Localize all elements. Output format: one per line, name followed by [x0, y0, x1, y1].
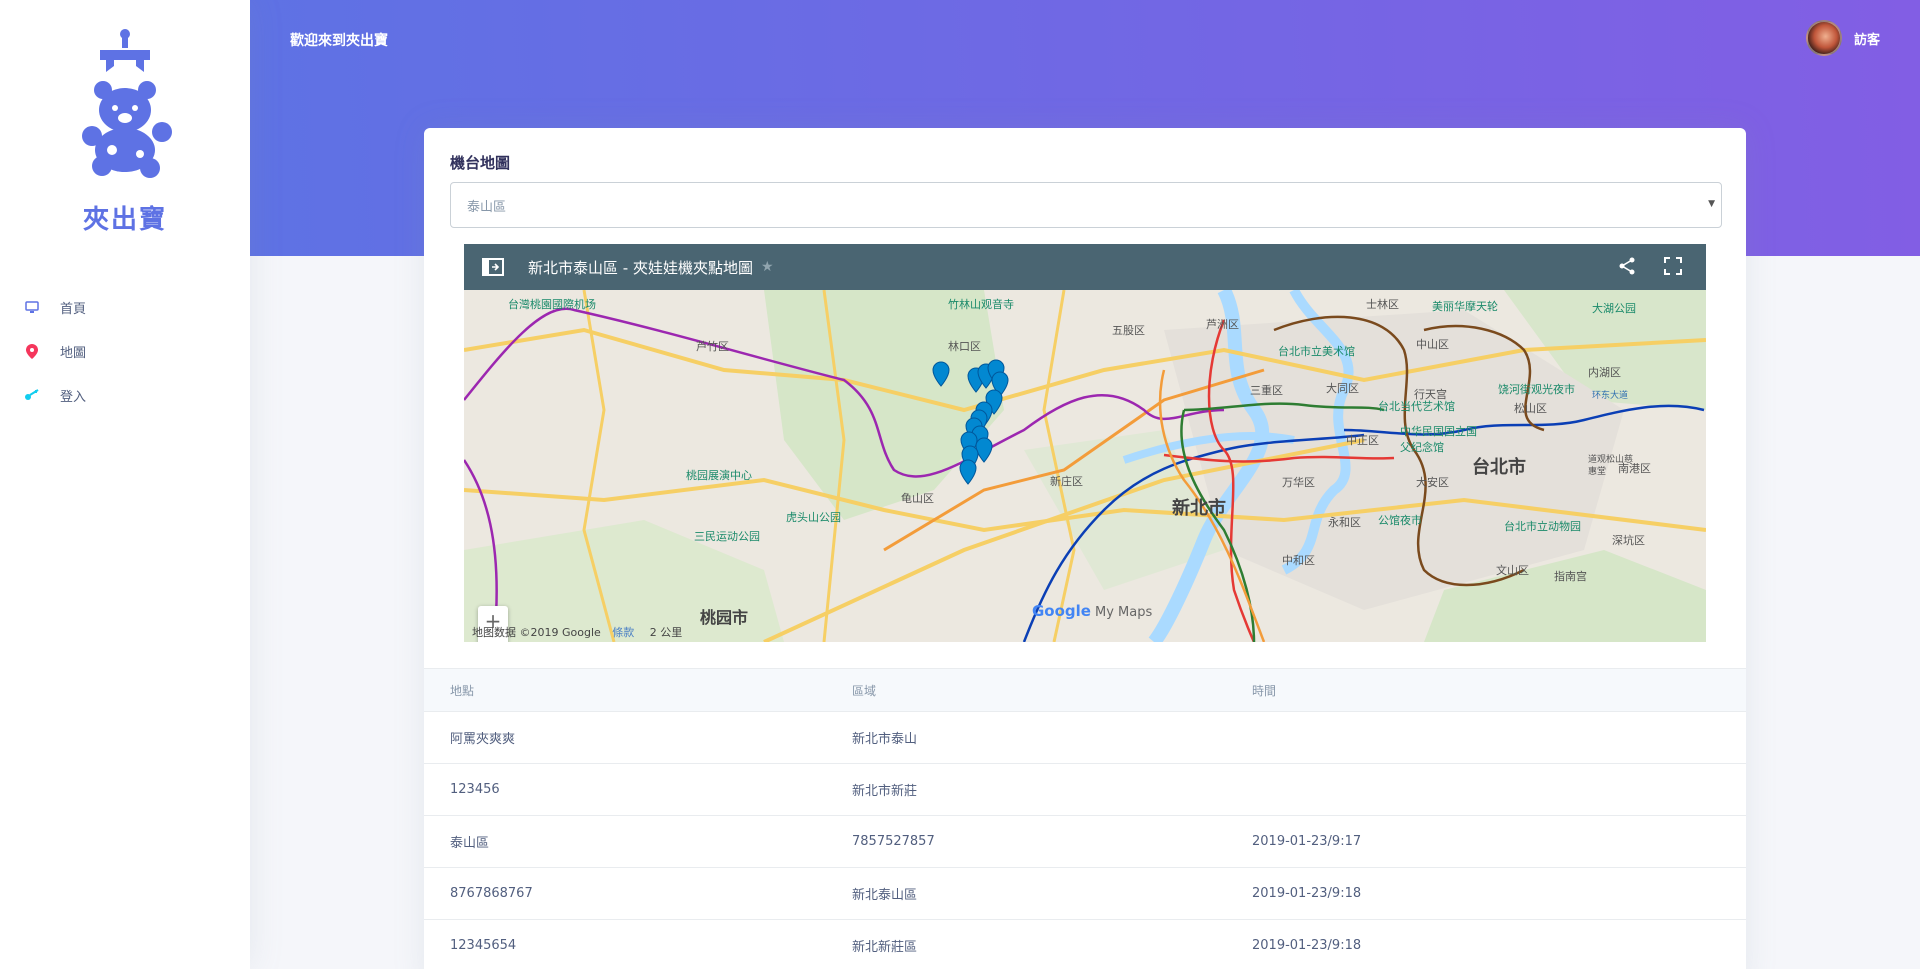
user-menu[interactable]: 訪客	[1805, 20, 1880, 56]
map-toolbar: 新北市泰山區 - 夾娃娃機夾點地圖 ★	[464, 244, 1706, 290]
cell-place: 阿罵夾爽爽	[450, 732, 516, 747]
share-icon[interactable]	[1618, 257, 1636, 279]
map-label: 中山区	[1416, 338, 1449, 351]
embedded-map[interactable]: 新北市泰山區 - 夾娃娃機夾點地圖 ★ 台灣桃園國際机场 竹林山观音寺 五股区 …	[464, 244, 1706, 642]
map-label: 内湖区	[1588, 366, 1621, 379]
column-header-place: 地點	[450, 683, 475, 698]
cell-time: 2019-01-23/9:18	[1252, 938, 1362, 953]
map-label: 大湖公园	[1592, 302, 1636, 315]
map-label: 中华民国国立国父纪念馆	[1400, 425, 1477, 454]
map-label: 美丽华摩天轮	[1432, 300, 1498, 313]
map-label: 龟山区	[901, 492, 934, 505]
map-label: 三民运动公园	[694, 530, 760, 543]
map-canvas[interactable]: 台灣桃園國際机场 竹林山观音寺 五股区 芦洲区 士林区 美丽华摩天轮 大湖公园 …	[464, 286, 1706, 642]
cell-area: 新北泰山區	[852, 888, 918, 903]
column-header-time: 時間	[1252, 683, 1277, 698]
map-label: 指南宫	[1554, 570, 1587, 583]
table-row[interactable]: 泰山區 7857527857 2019-01-23/9:17	[424, 816, 1746, 868]
cell-area: 新北市新莊	[852, 784, 918, 799]
map-label: 芦洲区	[1206, 318, 1239, 331]
map-label: 虎头山公园	[786, 511, 841, 524]
map-label: 台灣桃園國際机场	[508, 298, 596, 311]
map-label: 五股区	[1112, 324, 1145, 337]
sidebar-item-login[interactable]: 登入	[0, 373, 250, 417]
cell-area: 7857527857	[852, 834, 935, 849]
map-label: 万华区	[1282, 476, 1315, 489]
google-logo-text: Google	[1032, 602, 1091, 620]
map-label: 中和区	[1282, 554, 1315, 567]
brand-logo[interactable]	[70, 28, 180, 178]
sidebar-item-label: 登入	[60, 389, 87, 405]
table-row[interactable]: 123456 新北市新莊	[424, 764, 1746, 816]
map-label: 公馆夜市	[1378, 514, 1422, 527]
district-select[interactable]: 泰山區 ▼	[450, 182, 1722, 228]
fullscreen-icon[interactable]	[1664, 257, 1682, 279]
machine-table: 地點 區域 時間 阿罵夾爽爽 新北市泰山 123456 新北市新莊 泰山區 78…	[424, 668, 1746, 969]
map-label: 三重区	[1250, 384, 1283, 397]
district-select-value: 泰山區	[467, 199, 507, 215]
avatar[interactable]	[1805, 20, 1842, 56]
table-row[interactable]: 12345654 新北新莊區 2019-01-23/9:18	[424, 920, 1746, 969]
card-title: 機台地圖	[450, 154, 511, 172]
map-footer: 地图数据 ©2019 Google 條款 2 公里	[472, 624, 682, 640]
map-label: 林口区	[948, 340, 981, 353]
cell-area: 新北市泰山	[852, 732, 918, 747]
map-label: 环东大道	[1592, 391, 1629, 401]
side-panel-icon[interactable]	[482, 257, 506, 277]
map-label: 松山区	[1514, 402, 1547, 415]
claw-machine-bear-icon	[82, 29, 172, 178]
table-row[interactable]: 8767868767 新北泰山區 2019-01-23/9:18	[424, 868, 1746, 920]
sidebar-item-label: 地圖	[60, 345, 87, 361]
map-label: 桃园市	[700, 608, 749, 627]
brand-name: 夾出寶	[82, 205, 167, 235]
map-label: 道观松山慈惠堂	[1588, 455, 1634, 477]
cell-place: 12345654	[450, 938, 517, 953]
map-label: 大同区	[1326, 382, 1359, 395]
welcome-text: 歡迎來到夾出寶	[290, 33, 388, 49]
map-label: 台北市立美术馆	[1278, 345, 1355, 358]
map-label: 台北当代艺术馆	[1378, 400, 1455, 413]
cell-time: 2019-01-23/9:18	[1252, 886, 1362, 901]
map-label: 大安区	[1416, 476, 1449, 489]
sidebar-item-label: 首頁	[60, 301, 87, 317]
google-mymaps-logo: Google My Maps	[1032, 602, 1152, 620]
map-label: 饶河街观光夜市	[1498, 383, 1575, 396]
chevron-down-icon: ▼	[1708, 199, 1715, 209]
map-data-credit: 地图数据 ©2019 Google	[472, 626, 601, 639]
map-pin-icon	[24, 343, 40, 359]
table-header: 地點 區域 時間	[424, 668, 1746, 712]
monitor-icon	[24, 299, 40, 315]
sidebar-item-map[interactable]: 地圖	[0, 329, 250, 373]
table-row[interactable]: 阿罵夾爽爽 新北市泰山	[424, 712, 1746, 764]
user-name[interactable]: 訪客	[1854, 29, 1880, 48]
map-label: 中正区	[1346, 434, 1379, 447]
mymaps-text: My Maps	[1094, 605, 1153, 620]
cell-time: 2019-01-23/9:17	[1252, 834, 1362, 849]
map-label: 新北市	[1172, 498, 1226, 519]
map-card: 機台地圖 泰山區 ▼ 新北市泰山區 - 夾娃娃機夾點地圖 ★ 台灣桃園國際机场 …	[424, 128, 1746, 969]
map-label: 桃园展演中心	[686, 469, 752, 482]
map-label: 新庄区	[1050, 475, 1083, 488]
map-label: 芦竹区	[696, 340, 729, 353]
map-terms-link[interactable]: 條款	[612, 626, 634, 639]
cell-area: 新北新莊區	[852, 940, 918, 955]
cell-place: 泰山區	[450, 836, 490, 851]
map-label: 竹林山观音寺	[948, 298, 1014, 311]
map-scale: 2 公里	[649, 626, 683, 639]
map-label: 文山区	[1496, 564, 1529, 577]
map-label: 台北市立动物园	[1504, 520, 1581, 533]
cell-place: 123456	[450, 782, 500, 797]
map-label: 台北市	[1472, 457, 1526, 478]
key-icon	[24, 387, 40, 403]
cell-place: 8767868767	[450, 886, 533, 901]
sidebar-nav: 首頁 地圖 登入	[0, 285, 250, 417]
map-label: 士林区	[1366, 298, 1399, 311]
sidebar-item-home[interactable]: 首頁	[0, 285, 250, 329]
star-icon[interactable]: ★	[761, 259, 774, 275]
column-header-area: 區域	[852, 683, 877, 698]
map-title: 新北市泰山區 - 夾娃娃機夾點地圖	[528, 258, 753, 277]
map-label: 深坑区	[1612, 534, 1645, 547]
map-label: 永和区	[1328, 516, 1361, 529]
sidebar: 夾出寶 首頁 地圖 登入	[0, 0, 250, 969]
